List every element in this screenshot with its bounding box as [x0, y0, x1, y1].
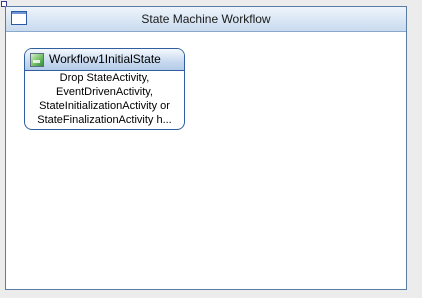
state-hint-line: StateFinalizationActivity h... [37, 114, 172, 126]
state-hint-line: EventDrivenActivity, [56, 86, 153, 98]
state-activity-workflow1initialstate[interactable]: Workflow1InitialState Drop StateActivity… [24, 48, 185, 130]
workflow-header: State Machine Workflow [6, 7, 406, 32]
state-header: Workflow1InitialState [25, 49, 184, 71]
designer-surface: State Machine Workflow Workflow1InitialS… [0, 0, 422, 298]
workflow-canvas[interactable]: Workflow1InitialState Drop StateActivity… [6, 32, 406, 289]
state-activity-icon [30, 53, 44, 67]
state-hint-line: Drop StateActivity, [59, 72, 150, 84]
workflow-title: State Machine Workflow [141, 12, 271, 26]
state-drop-hint: Drop StateActivity, EventDrivenActivity,… [27, 71, 182, 127]
state-machine-workflow[interactable]: State Machine Workflow Workflow1InitialS… [5, 6, 407, 290]
state-title: Workflow1InitialState [49, 52, 161, 66]
state-hint-line: StateInitializationActivity or [39, 100, 170, 112]
